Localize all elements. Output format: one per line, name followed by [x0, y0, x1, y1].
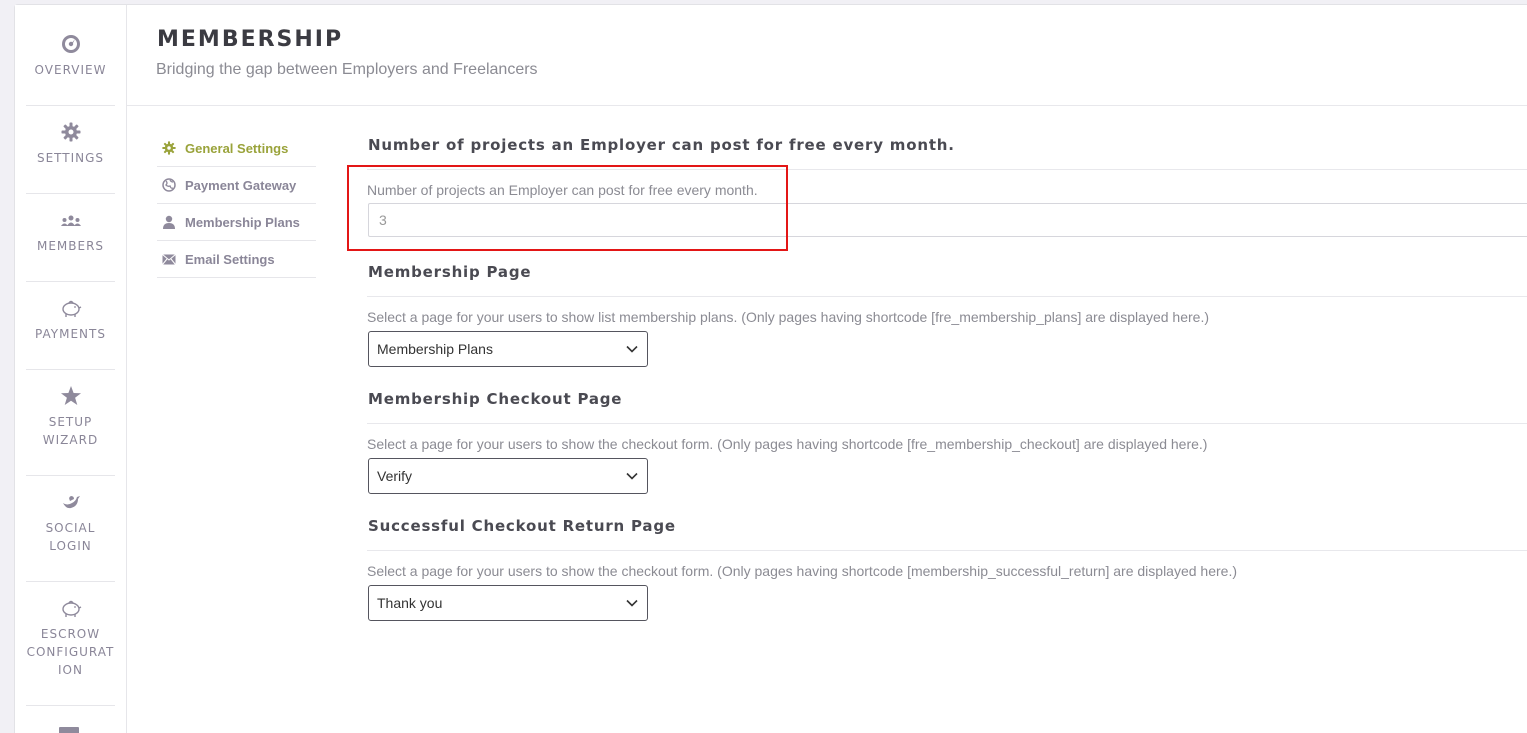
free-projects-input[interactable]	[368, 203, 1527, 237]
nav-label: OVERVIEW	[34, 63, 107, 77]
section-description: Select a page for your users to show the…	[367, 436, 1208, 452]
chevron-down-icon	[625, 469, 639, 483]
piggy-bank-icon	[60, 297, 82, 319]
membership-page-select[interactable]: Membership Plans	[368, 331, 648, 367]
section-description: Select a page for your users to show lis…	[367, 309, 1209, 325]
app-frame: OVERVIEW SETTINGS MEMBERS PAYMENTS SETUP…	[14, 4, 1527, 733]
left-nav: OVERVIEW SETTINGS MEMBERS PAYMENTS SETUP…	[15, 5, 127, 733]
section-divider	[367, 550, 1527, 551]
nav-label: ESCROW CONFIGURAT ION	[26, 627, 115, 677]
nav-item-members[interactable]: MEMBERS	[26, 209, 115, 282]
submenu-label: Email Settings	[185, 251, 275, 267]
piggy-bank-icon	[60, 597, 82, 619]
envelope-icon	[59, 727, 79, 733]
page-title: MEMBERSHIP	[157, 27, 344, 52]
gear-icon	[60, 121, 82, 143]
star-icon	[60, 385, 82, 407]
nav-label: SETTINGS	[36, 151, 105, 165]
section-description: Number of projects an Employer can post …	[367, 182, 758, 198]
nav-item-payments[interactable]: PAYMENTS	[26, 297, 115, 370]
submenu-label: Payment Gateway	[185, 177, 297, 193]
members-icon	[60, 209, 82, 231]
page-subtitle: Bridging the gap between Employers and F…	[156, 61, 538, 78]
select-value: Thank you	[377, 595, 443, 611]
nav-item-escrow-configuration[interactable]: ESCROW CONFIGURAT ION	[26, 597, 115, 706]
select-value: Verify	[377, 468, 413, 484]
checkout-page-select[interactable]: Verify	[368, 458, 648, 494]
chevron-down-icon	[625, 596, 639, 610]
overview-icon	[60, 33, 82, 55]
section-title-free-projects: Number of projects an Employer can post …	[368, 136, 955, 154]
submenu-item-email-settings[interactable]: Email Settings	[157, 241, 316, 278]
section-description: Select a page for your users to show the…	[367, 563, 1238, 579]
section-title-checkout-page: Membership Checkout Page	[368, 390, 623, 408]
nav-label: PAYMENTS	[35, 327, 106, 341]
envelope-icon	[161, 251, 177, 267]
return-page-select[interactable]: Thank you	[368, 585, 648, 621]
submenu-label: Membership Plans	[185, 214, 300, 230]
nav-label: SETUP WIZARD	[42, 415, 99, 447]
nav-item-setup-wizard[interactable]: SETUP WIZARD	[26, 385, 115, 476]
nav-label: MEMBERS	[36, 239, 105, 253]
gear-icon	[161, 140, 177, 156]
nav-item-overview[interactable]: OVERVIEW	[26, 33, 115, 106]
nav-label: SOCIAL LOGIN	[45, 521, 96, 553]
page-header: MEMBERSHIP Bridging the gap between Empl…	[127, 5, 1527, 106]
section-title-return-page: Successful Checkout Return Page	[368, 517, 676, 535]
submenu-item-membership-plans[interactable]: Membership Plans	[157, 204, 316, 241]
submenu-item-general-settings[interactable]: General Settings	[157, 130, 316, 167]
section-divider	[367, 423, 1527, 424]
globe-icon	[161, 177, 177, 193]
nav-item-settings[interactable]: SETTINGS	[26, 121, 115, 194]
section-divider	[367, 169, 1527, 170]
chevron-down-icon	[625, 342, 639, 356]
twitter-bird-icon	[60, 491, 82, 513]
section-title-membership-page: Membership Page	[368, 263, 532, 281]
section-divider	[367, 296, 1527, 297]
nav-item-social-login[interactable]: SOCIAL LOGIN	[26, 491, 115, 582]
user-icon	[161, 214, 177, 230]
submenu-item-payment-gateway[interactable]: Payment Gateway	[157, 167, 316, 204]
submenu-label: General Settings	[185, 140, 289, 156]
select-value: Membership Plans	[377, 341, 493, 357]
settings-submenu: General Settings Payment Gateway Members…	[157, 130, 316, 278]
